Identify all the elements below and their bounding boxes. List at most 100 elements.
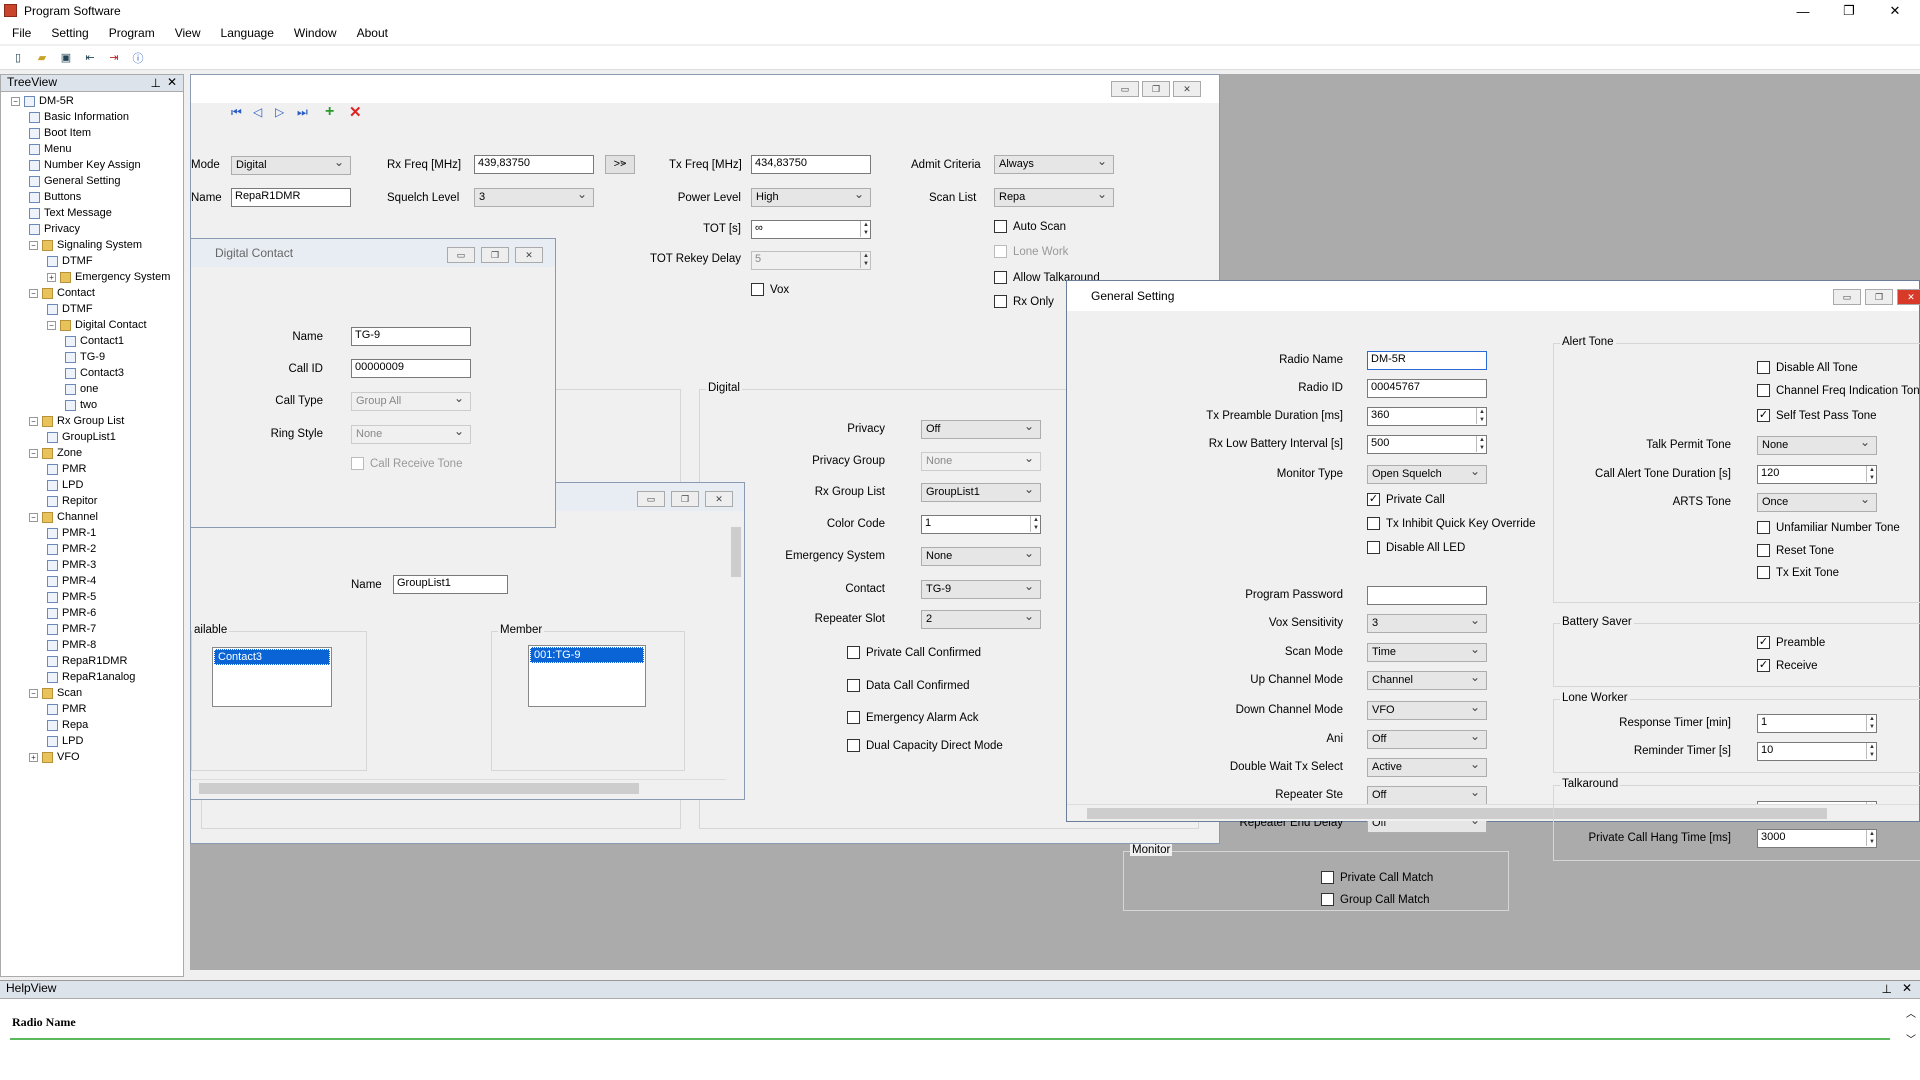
tree-close-icon[interactable]: ✕: [167, 75, 177, 89]
menu-view[interactable]: View: [175, 26, 201, 40]
tree-item[interactable]: − Channel: [29, 511, 98, 523]
repeater-slot-select[interactable]: 2: [921, 610, 1041, 629]
channel-close-icon[interactable]: ✕: [1173, 81, 1201, 97]
tree-item[interactable]: Number Key Assign: [29, 159, 141, 171]
menu-file[interactable]: File: [12, 26, 31, 40]
call-id-input[interactable]: 00000009: [351, 359, 471, 378]
tree-item[interactable]: DTMF: [47, 303, 93, 315]
tree-item[interactable]: PMR-5: [47, 591, 96, 603]
nav-last-icon[interactable]: ⏭: [297, 105, 308, 120]
pin-icon[interactable]: ⊥: [151, 76, 161, 90]
tree-item[interactable]: GroupList1: [47, 431, 116, 443]
expand-toggle-icon[interactable]: −: [47, 320, 56, 330]
menu-program[interactable]: Program: [109, 26, 155, 40]
general-field-spin[interactable]: 500: [1367, 435, 1487, 454]
reset-tone-checkbox[interactable]: Reset Tone: [1757, 544, 1834, 557]
emergency-alarm-ack-checkbox[interactable]: Emergency Alarm Ack: [847, 711, 978, 724]
unfamiliar-tone-checkbox[interactable]: Unfamiliar Number Tone: [1757, 521, 1900, 534]
reminder-timer-spinner[interactable]: 10: [1757, 742, 1877, 761]
expand-toggle-icon[interactable]: −: [29, 288, 38, 298]
general-field-spin[interactable]: 360: [1367, 407, 1487, 426]
contact-minimize-icon[interactable]: ▭: [447, 247, 475, 263]
auto-scan-checkbox[interactable]: Auto Scan: [994, 220, 1066, 233]
general-field-select[interactable]: 3: [1367, 614, 1487, 633]
minimize-icon[interactable]: —: [1780, 0, 1826, 22]
squelch-select[interactable]: 3: [474, 188, 594, 207]
contact-close-icon[interactable]: ✕: [515, 247, 543, 263]
add-icon[interactable]: +: [325, 103, 334, 121]
general-field-select[interactable]: Active: [1367, 758, 1487, 777]
admit-select[interactable]: Always: [994, 155, 1114, 174]
tree-item[interactable]: − DM-5R: [11, 95, 74, 107]
tx-freq-input[interactable]: 434,83750: [751, 155, 871, 174]
privacy-group-select[interactable]: None: [921, 452, 1041, 471]
call-receive-tone-checkbox[interactable]: Call Receive Tone: [351, 457, 462, 470]
tree-item[interactable]: PMR-8: [47, 639, 96, 651]
contact-restore-icon[interactable]: ❐: [481, 247, 509, 263]
call-alert-spinner[interactable]: 120: [1757, 465, 1877, 484]
expand-toggle-icon[interactable]: −: [11, 96, 20, 106]
disable-all-tone-checkbox[interactable]: Disable All Tone: [1757, 361, 1858, 374]
tree-item[interactable]: Text Message: [29, 207, 112, 219]
general-field-select[interactable]: Off: [1367, 786, 1487, 805]
tree-item[interactable]: Contact1: [65, 335, 124, 347]
tree-item[interactable]: Boot Item: [29, 127, 91, 139]
contact-name-input[interactable]: TG-9: [351, 327, 471, 346]
general-restore-icon[interactable]: ❐: [1865, 289, 1893, 305]
menu-language[interactable]: Language: [221, 26, 274, 40]
channel-name-input[interactable]: RepaR1DMR: [231, 188, 351, 207]
tree-item[interactable]: − Signaling System: [29, 239, 142, 251]
tree-item[interactable]: Menu: [29, 143, 72, 155]
tree-item[interactable]: DTMF: [47, 255, 93, 267]
tree-item[interactable]: + Emergency System: [47, 271, 170, 283]
general-field-select[interactable]: Time: [1367, 643, 1487, 662]
ring-style-select[interactable]: None: [351, 425, 471, 444]
general-field-input[interactable]: 00045767: [1367, 379, 1487, 398]
data-call-confirmed-checkbox[interactable]: Data Call Confirmed: [847, 679, 970, 692]
tree-item[interactable]: − Digital Contact: [47, 319, 147, 331]
scan-list-select[interactable]: Repa: [994, 188, 1114, 207]
expand-toggle-icon[interactable]: −: [29, 240, 38, 250]
group-name-input[interactable]: GroupList1: [393, 575, 508, 594]
help-pin-icon[interactable]: ⊥: [1882, 982, 1892, 996]
preamble-checkbox[interactable]: ✓ Preamble: [1757, 636, 1825, 649]
self-test-tone-checkbox[interactable]: ✓ Self Test Pass Tone: [1757, 409, 1877, 422]
expand-toggle-icon[interactable]: +: [47, 272, 56, 282]
available-item[interactable]: Contact3: [214, 649, 330, 665]
response-timer-spinner[interactable]: 1: [1757, 714, 1877, 733]
tree-item[interactable]: − Zone: [29, 447, 82, 459]
tree-item[interactable]: two: [65, 399, 97, 411]
receive-checkbox[interactable]: ✓ Receive: [1757, 659, 1818, 672]
tree-item[interactable]: PMR: [47, 703, 86, 715]
tree-item[interactable]: PMR-2: [47, 543, 96, 555]
help-close-icon[interactable]: ✕: [1902, 981, 1912, 995]
tree-item[interactable]: − Contact: [29, 287, 95, 299]
tree-item[interactable]: PMR-6: [47, 607, 96, 619]
help-icon[interactable]: ⓘ: [130, 50, 146, 66]
tree-item[interactable]: Buttons: [29, 191, 81, 203]
tree-item[interactable]: Basic Information: [29, 111, 129, 123]
rekey-spinner[interactable]: 5: [751, 251, 871, 270]
group-minimize-icon[interactable]: ▭: [637, 491, 665, 507]
delete-icon[interactable]: ✕: [349, 103, 362, 121]
group-close-icon[interactable]: ✕: [705, 491, 733, 507]
tx-exit-tone-checkbox[interactable]: Tx Exit Tone: [1757, 566, 1839, 579]
expand-toggle-icon[interactable]: −: [29, 416, 38, 426]
copy-freq-button[interactable]: >>: [605, 155, 635, 174]
color-code-spinner[interactable]: 1: [921, 515, 1041, 534]
tree-item[interactable]: + VFO: [29, 751, 80, 763]
new-file-icon[interactable]: ▯: [10, 50, 26, 66]
emergency-select[interactable]: None: [921, 547, 1041, 566]
tree-item[interactable]: PMR: [47, 463, 86, 475]
general-minimize-icon[interactable]: ▭: [1833, 289, 1861, 305]
member-list[interactable]: 001:TG-9: [528, 645, 646, 707]
expand-toggle-icon[interactable]: +: [29, 752, 38, 762]
available-list[interactable]: Contact3: [212, 647, 332, 707]
tot-spinner[interactable]: ∞: [751, 220, 871, 239]
group-restore-icon[interactable]: ❐: [671, 491, 699, 507]
restore-icon[interactable]: ❐: [1826, 0, 1872, 22]
rx-only-checkbox[interactable]: Rx Only: [994, 295, 1054, 308]
tree-item[interactable]: one: [65, 383, 98, 395]
tree-item[interactable]: Repa: [47, 719, 88, 731]
channel-freq-tone-checkbox[interactable]: Channel Freq Indication Tone: [1757, 384, 1920, 397]
